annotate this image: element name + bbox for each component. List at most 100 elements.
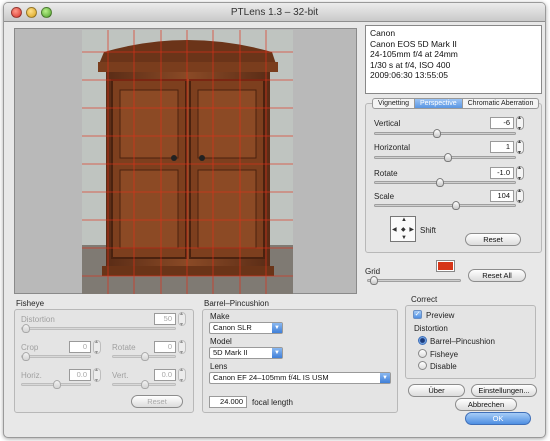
chevron-down-icon: ▼: [380, 373, 390, 383]
radio-fisheye-label: Fisheye: [430, 350, 459, 359]
tab-vignetting[interactable]: Vignetting: [373, 99, 416, 108]
shift-right-arrow-icon[interactable]: ▶: [409, 226, 414, 233]
fisheye-vert-field[interactable]: 0.0: [154, 369, 176, 381]
fisheye-crop-knob[interactable]: [22, 352, 30, 361]
tab-chromatic-aberration[interactable]: Chromatic Aberration: [463, 99, 539, 108]
fisheye-crop-slider[interactable]: [21, 352, 91, 361]
vertical-label: Vertical: [374, 119, 401, 128]
vertical-slider-knob[interactable]: [433, 129, 441, 138]
grid-color-well[interactable]: [436, 260, 455, 272]
rotate-field[interactable]: -1.0: [490, 167, 514, 179]
barrel-title: Barrel–Pincushion: [204, 299, 269, 308]
scale-slider[interactable]: [374, 201, 516, 210]
focal-length-label: focal length: [252, 398, 293, 407]
vertical-field[interactable]: -6: [490, 117, 514, 129]
radio-barrel-pincushion[interactable]: [418, 336, 427, 345]
lens-value: Canon EF 24–105mm f/4L IS USM: [213, 373, 329, 382]
scale-label: Scale: [374, 192, 395, 201]
fisheye-distortion-field[interactable]: 50: [154, 313, 176, 325]
horizontal-slider[interactable]: [374, 153, 516, 162]
fisheye-title: Fisheye: [16, 299, 45, 308]
fisheye-rotate-label: Rotate: [112, 343, 136, 352]
focal-length-field[interactable]: 24.000: [209, 396, 247, 408]
fisheye-vert-label: Vert.: [112, 371, 129, 380]
make-select[interactable]: Canon SLR ▼: [209, 322, 283, 334]
grid-color-swatch: [438, 262, 453, 270]
horizontal-field[interactable]: 1: [490, 141, 514, 153]
shift-left-arrow-icon[interactable]: ◀: [392, 226, 397, 233]
shift-down-arrow-icon[interactable]: ▼: [401, 235, 407, 241]
info-line: Canon: [370, 28, 396, 38]
fisheye-rotate-slider[interactable]: [112, 352, 176, 361]
rotate-slider-knob[interactable]: [436, 178, 444, 187]
lens-select[interactable]: Canon EF 24–105mm f/4L IS USM ▼: [209, 372, 391, 384]
shift-label: Shift: [420, 226, 437, 235]
vertical-slider[interactable]: [374, 129, 516, 138]
rotate-slider[interactable]: [374, 178, 516, 187]
reset-all-button[interactable]: Reset All: [468, 269, 526, 282]
wardrobe-photo: [82, 30, 293, 294]
cancel-button[interactable]: Abbrechen: [455, 398, 517, 411]
preview-photo: [82, 30, 293, 294]
settings-button[interactable]: Einstellungen...: [471, 384, 537, 397]
chevron-down-icon: ▼: [272, 348, 282, 358]
scale-stepper[interactable]: [516, 187, 524, 205]
shift-up-arrow-icon[interactable]: ▲: [401, 217, 407, 223]
preview-label: Preview: [426, 311, 455, 320]
rotate-stepper[interactable]: [516, 164, 524, 182]
fisheye-horiz-stepper[interactable]: [93, 366, 101, 384]
info-line: 1/30 s at f/4, ISO 400: [370, 59, 451, 70]
lens-label: Lens: [210, 362, 228, 371]
fisheye-vert-knob[interactable]: [141, 380, 149, 389]
fisheye-horiz-knob[interactable]: [53, 380, 61, 389]
perspective-reset-button[interactable]: Reset: [465, 233, 521, 246]
shift-center-icon[interactable]: ◆: [401, 226, 406, 233]
fisheye-distortion-stepper[interactable]: [178, 310, 186, 328]
fisheye-vert-slider[interactable]: [112, 380, 176, 389]
info-line: 2009:06:30 13:55:05: [370, 70, 448, 81]
preview-checkbox[interactable]: ✓: [413, 310, 422, 319]
tab-perspective[interactable]: Perspective: [415, 99, 463, 108]
ok-button[interactable]: OK: [465, 412, 531, 425]
horizontal-stepper[interactable]: [516, 138, 524, 156]
chevron-down-icon: ▼: [272, 323, 282, 333]
window-title: PTLens 1.3 – 32-bit: [230, 7, 319, 18]
fisheye-distortion-knob[interactable]: [22, 324, 30, 333]
info-line: 24-105mm f/4 at 24mm: [370, 49, 458, 60]
tab-bar: Vignetting Perspective Chromatic Aberrat…: [372, 98, 540, 109]
app-window: PTLens 1.3 – 32-bit Canon Canon EOS 5D M…: [3, 2, 546, 438]
fisheye-rotate-stepper[interactable]: [178, 338, 186, 356]
grid-slider-knob[interactable]: [370, 276, 378, 285]
fisheye-crop-label: Crop: [21, 343, 39, 352]
fisheye-horiz-field[interactable]: 0.0: [69, 369, 91, 381]
horizontal-slider-knob[interactable]: [444, 153, 452, 162]
model-select[interactable]: 5D Mark II ▼: [209, 347, 283, 359]
fisheye-reset-button[interactable]: Reset: [131, 395, 183, 408]
image-preview: [14, 28, 357, 294]
fisheye-distortion-slider[interactable]: [21, 324, 176, 333]
fisheye-rotate-field[interactable]: 0: [154, 341, 176, 353]
radio-disable[interactable]: [418, 361, 427, 370]
fisheye-crop-field[interactable]: 0: [69, 341, 91, 353]
vertical-stepper[interactable]: [516, 114, 524, 132]
fisheye-horiz-label: Horiz.: [21, 371, 42, 380]
fisheye-rotate-knob[interactable]: [141, 352, 149, 361]
about-button[interactable]: Über: [408, 384, 465, 397]
make-value: Canon SLR: [213, 323, 252, 332]
radio-disable-label: Disable: [430, 362, 457, 371]
scale-field[interactable]: 104: [490, 190, 514, 202]
exif-info-box: Canon Canon EOS 5D Mark II 24-105mm f/4 …: [365, 25, 542, 94]
fisheye-distortion-label: Distortion: [21, 315, 55, 324]
shift-control[interactable]: ▲ ▼ ◀ ▶ ◆: [390, 216, 416, 242]
horizontal-label: Horizontal: [374, 143, 411, 152]
radio-fisheye[interactable]: [418, 349, 427, 358]
fisheye-vert-stepper[interactable]: [178, 366, 186, 384]
fisheye-horiz-slider[interactable]: [21, 380, 91, 389]
title-bar: PTLens 1.3 – 32-bit: [4, 3, 545, 22]
make-label: Make: [210, 312, 230, 321]
model-label: Model: [210, 337, 232, 346]
grid-slider[interactable]: [367, 276, 461, 285]
fisheye-crop-stepper[interactable]: [93, 338, 101, 356]
grid-label: Grid: [365, 267, 381, 276]
scale-slider-knob[interactable]: [452, 201, 460, 210]
